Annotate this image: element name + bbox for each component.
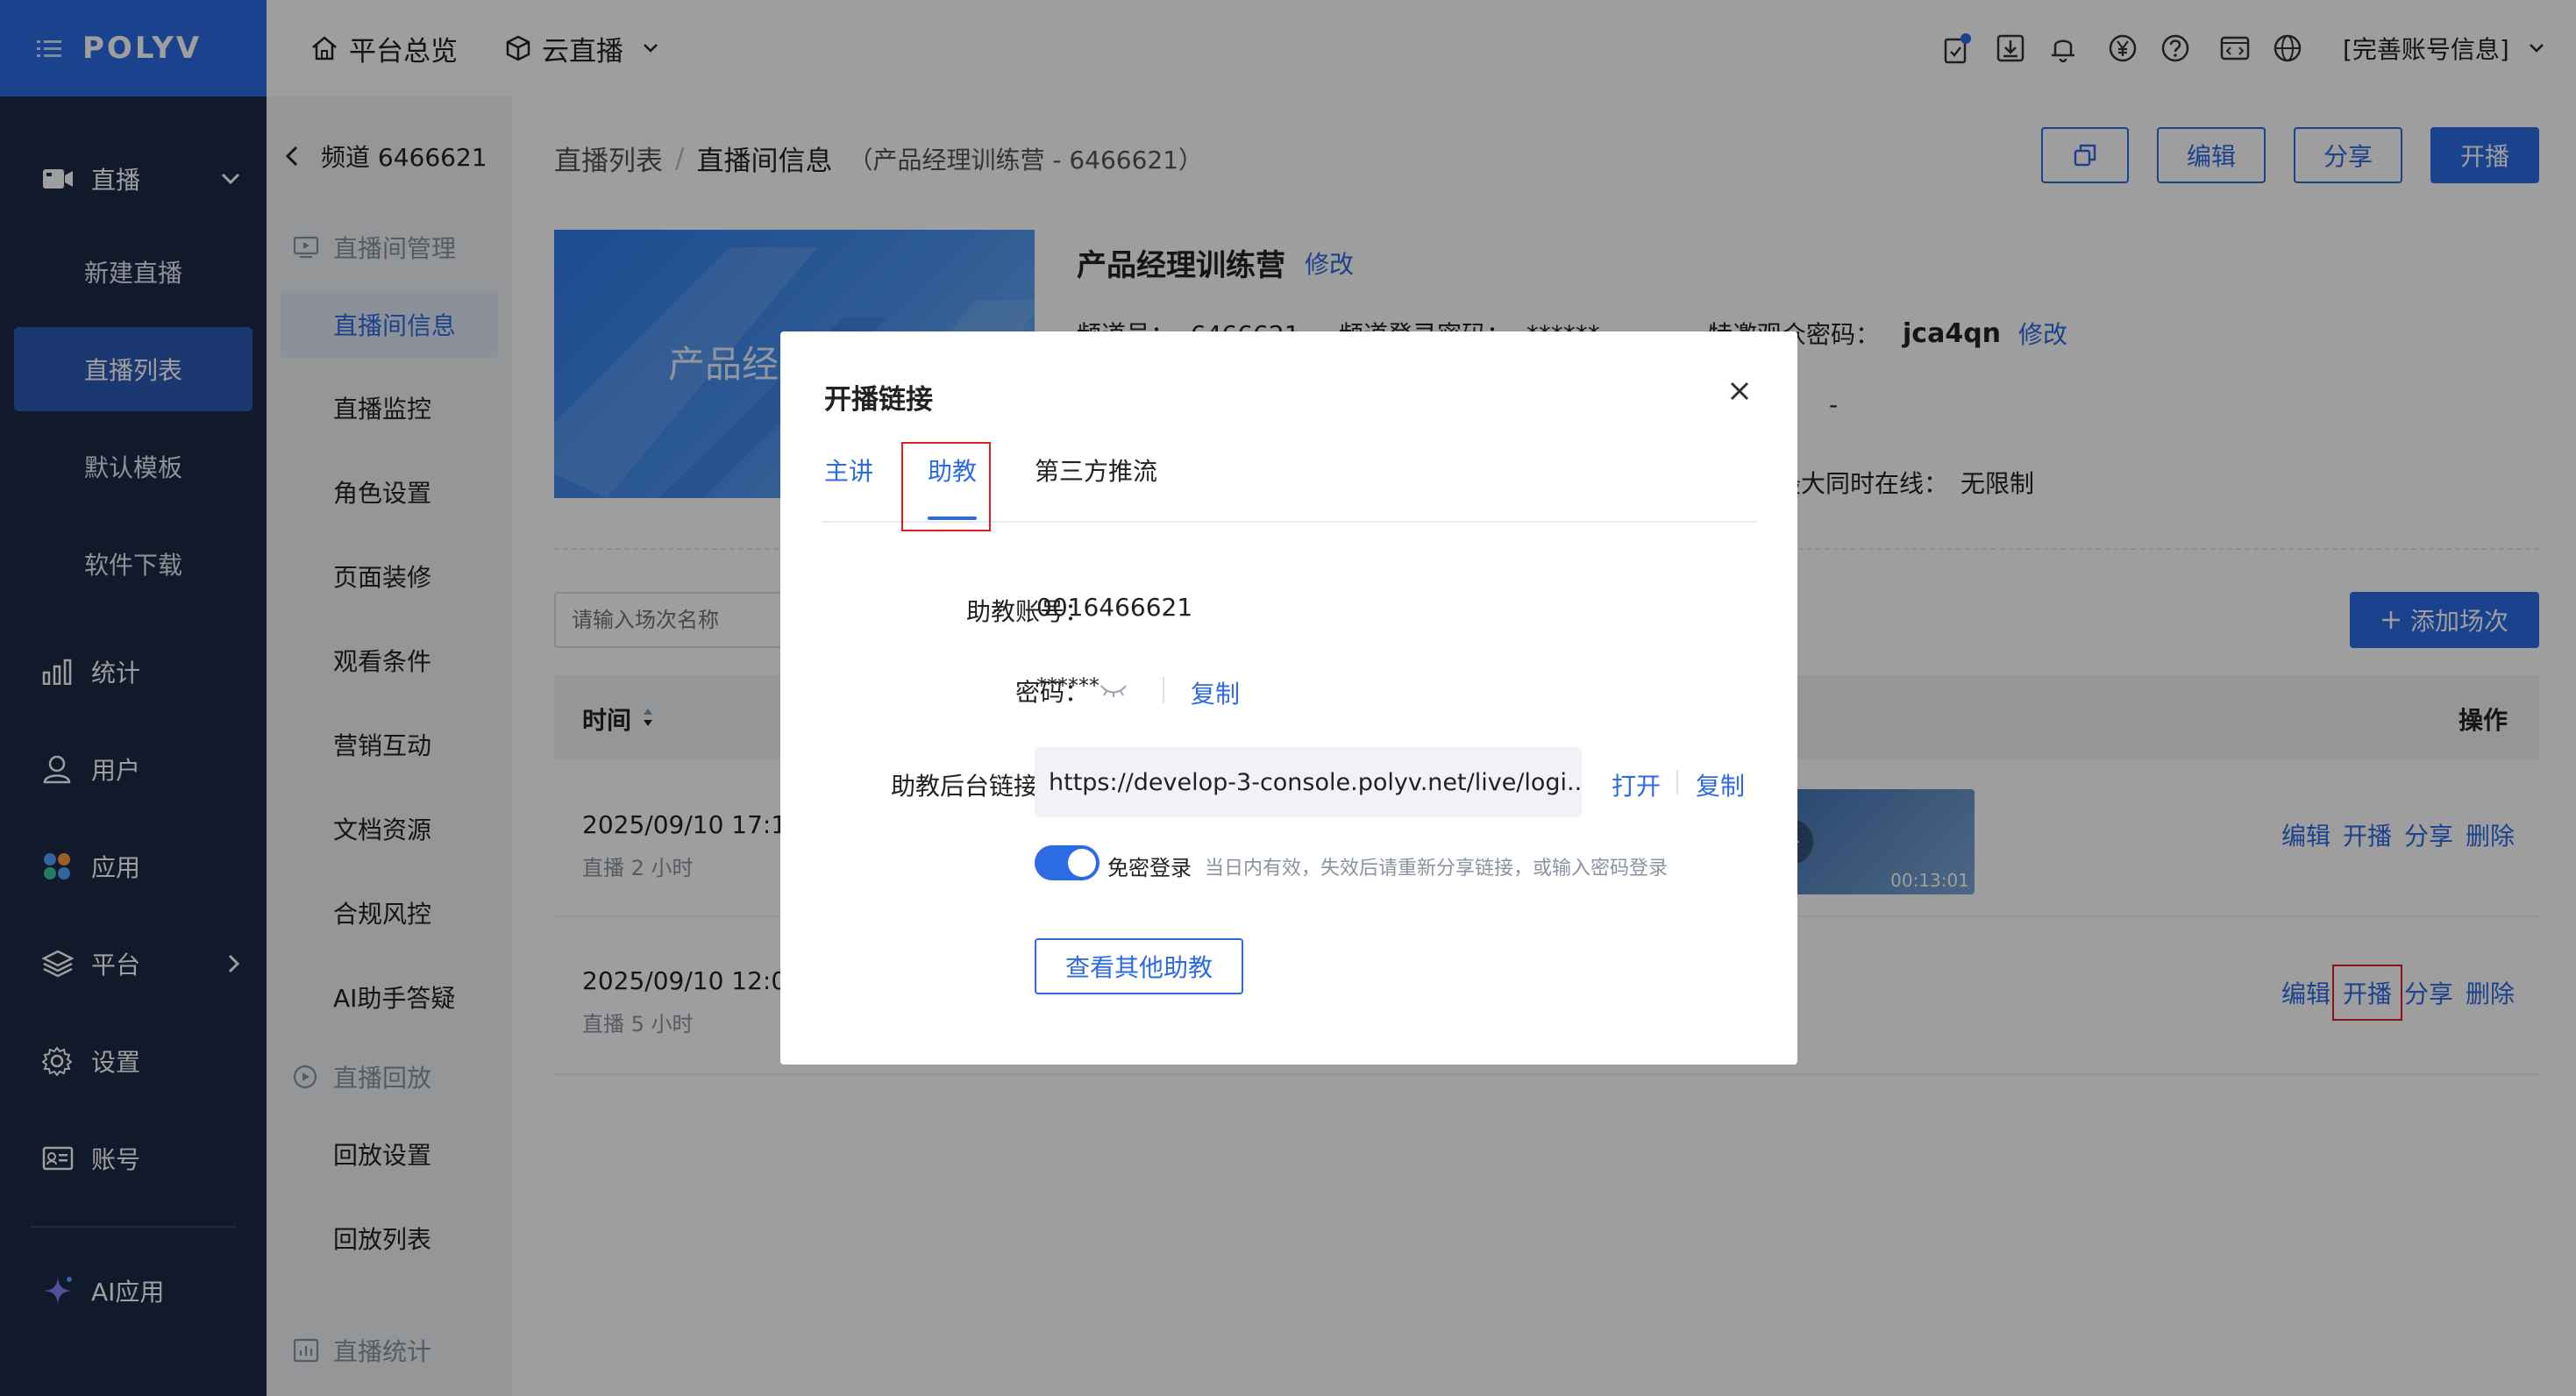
password-value: ******: [1036, 673, 1099, 698]
tab-assistant[interactable]: 助教: [928, 452, 977, 488]
close-icon[interactable]: [1729, 381, 1750, 402]
divider: [1676, 770, 1678, 794]
assistant-account-value: 0016466621: [1036, 593, 1193, 622]
assistant-link-field[interactable]: https://develop-3-console.polyv.net/live…: [1035, 747, 1582, 817]
divider: [1163, 677, 1164, 703]
toggle-label: 免密登录: [1107, 856, 1192, 880]
dialog-title: 开播链接: [824, 384, 933, 416]
passwordless-login-toggle[interactable]: [1035, 845, 1099, 880]
active-tab-indicator: [928, 516, 977, 520]
assistant-link-value: https://develop-3-console.polyv.net/live…: [1049, 768, 1582, 796]
tab-host[interactable]: 主讲: [824, 452, 873, 488]
assistant-link-label: 助教后台链接：: [890, 772, 1063, 801]
tab-third-party-push[interactable]: 第三方推流: [1035, 452, 1157, 488]
copy-password-link[interactable]: 复制: [1191, 675, 1240, 710]
toggle-hint: 当日内有效，失效后请重新分享链接，或输入密码登录: [1205, 858, 1669, 880]
copy-link[interactable]: 复制: [1696, 767, 1745, 802]
start-live-link-dialog: 开播链接 主讲 助教 第三方推流 助教账号： 0016466621 密码： **…: [780, 331, 1797, 1065]
eye-closed-icon[interactable]: [1099, 680, 1128, 698]
toggle-knob: [1068, 849, 1096, 877]
open-link[interactable]: 打开: [1612, 767, 1661, 802]
view-other-assistants-button[interactable]: 查看其他助教: [1035, 938, 1243, 994]
